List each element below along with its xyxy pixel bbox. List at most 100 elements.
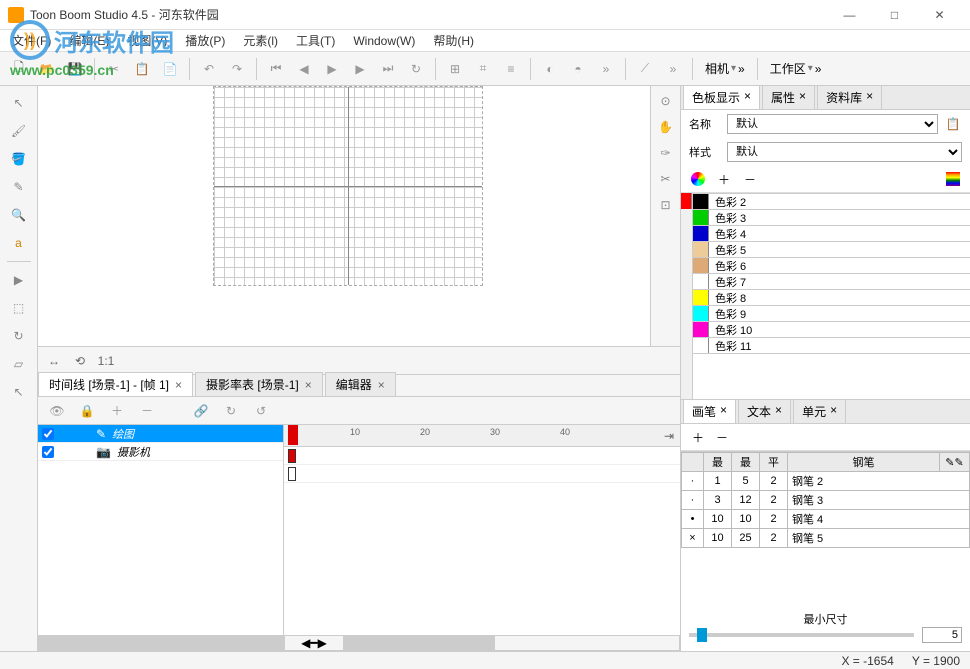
minimize-button[interactable]: — [827, 0, 872, 30]
add-icon[interactable]: ＋ [104, 398, 130, 424]
menu-play[interactable]: 播放(P) [177, 30, 233, 51]
close-icon[interactable]: × [744, 89, 751, 106]
color-row[interactable]: 色彩 3 [693, 210, 970, 226]
color-swatch[interactable] [693, 338, 709, 353]
rotate-tool-icon[interactable]: ↻ [6, 323, 32, 349]
pointer-tool-icon[interactable]: ↖ [6, 379, 32, 405]
pen-row[interactable]: •10102钢笔 4 [682, 510, 970, 529]
light-table-icon[interactable]: ◓ [565, 56, 591, 82]
view-tool-icon[interactable]: ⊙ [655, 90, 677, 112]
color-row[interactable]: 色彩 9 [693, 306, 970, 322]
workspace-dropdown[interactable]: 工作区 ▾ » [764, 58, 828, 79]
close-icon[interactable]: × [866, 89, 873, 106]
tab-library[interactable]: 资料库× [817, 86, 882, 109]
keyframe[interactable] [288, 449, 296, 463]
drawing-canvas[interactable] [38, 86, 650, 346]
tab-timeline[interactable]: 时间线 [场景-1] - [帧 1] × [38, 372, 193, 396]
remove-color-icon[interactable]: － [741, 170, 759, 188]
hand-tool-icon[interactable]: ✋ [655, 116, 677, 138]
close-icon[interactable]: × [720, 403, 727, 420]
marquee-tool-icon[interactable]: ⬚ [6, 295, 32, 321]
cycle2-icon[interactable]: ↺ [248, 398, 274, 424]
layer-visible-checkbox[interactable] [42, 446, 54, 458]
paint-bucket-icon[interactable]: 🪣 [6, 146, 32, 172]
skew-tool-icon[interactable]: ▱ [6, 351, 32, 377]
overflow-icon[interactable]: » [593, 56, 619, 82]
tab-editor[interactable]: 编辑器 × [325, 372, 396, 396]
color-swatch[interactable] [693, 258, 709, 273]
tab-palette[interactable]: 色板显示× [683, 86, 760, 109]
slider-thumb[interactable] [697, 628, 707, 642]
palette-style-select[interactable]: 默认 [727, 142, 962, 162]
brush-tool-icon[interactable]: 🖌 [6, 118, 32, 144]
goto-start-icon[interactable]: ⏮ [263, 56, 289, 82]
layer-scrollbar[interactable] [38, 635, 284, 651]
timeline-ruler[interactable]: 10 20 30 40 ⇥ [284, 425, 680, 447]
color-row[interactable]: 色彩 6 [693, 258, 970, 274]
menu-element[interactable]: 元素(l) [235, 30, 286, 51]
zoom-actual-icon[interactable]: 1:1 [96, 351, 116, 371]
align-icon[interactable]: ≡ [498, 56, 524, 82]
zoom-fit-icon[interactable]: ↔ [44, 351, 64, 371]
save-icon[interactable]: 💾 [62, 56, 88, 82]
goto-end-icon[interactable]: ⏭ [375, 56, 401, 82]
color-swatch[interactable] [693, 306, 709, 321]
playhead[interactable] [288, 425, 298, 445]
eye-icon[interactable]: 👁 [44, 398, 70, 424]
undo-icon[interactable]: ↶ [196, 56, 222, 82]
menu-window[interactable]: Window(W) [345, 32, 423, 50]
close-icon[interactable]: × [305, 378, 312, 392]
color-row[interactable]: 色彩 10 [693, 322, 970, 338]
link-icon[interactable]: 🔗 [188, 398, 214, 424]
stamp-icon[interactable]: ⊡ [655, 194, 677, 216]
color-swatch[interactable] [693, 274, 709, 289]
remove-icon[interactable]: － [134, 398, 160, 424]
cycle-icon[interactable]: ↻ [218, 398, 244, 424]
default-color-swatch[interactable] [681, 193, 692, 209]
layer-row[interactable]: 📷 摄影机 [38, 443, 283, 461]
play-icon[interactable]: ▶ [319, 56, 345, 82]
close-icon[interactable]: × [799, 89, 806, 106]
color-row[interactable]: 色彩 11 [693, 338, 970, 354]
min-size-slider[interactable] [689, 633, 914, 637]
tab-pen[interactable]: 画笔× [683, 399, 736, 423]
zoom-slider[interactable]: ◀━▶ [284, 635, 344, 651]
color-swatch[interactable] [693, 322, 709, 337]
end-handle-icon[interactable]: ⇥ [664, 429, 674, 443]
maximize-button[interactable]: □ [872, 0, 917, 30]
arrow-tool-icon[interactable]: ↖ [6, 90, 32, 116]
remove-pen-icon[interactable]: － [713, 428, 731, 446]
color-row[interactable]: 色彩 5 [693, 242, 970, 258]
track-scrollbar[interactable] [344, 635, 680, 651]
close-icon[interactable]: × [775, 403, 782, 420]
palette-name-select[interactable]: 默认 [727, 114, 938, 134]
timeline-tracks[interactable]: 10 20 30 40 ⇥ [284, 425, 680, 635]
pen-row[interactable]: ×10252钢笔 5 [682, 529, 970, 548]
grid-snap-icon[interactable]: ⊞ [442, 56, 468, 82]
track-row[interactable] [284, 465, 680, 483]
close-icon[interactable]: × [175, 378, 182, 392]
rainbow-icon[interactable] [944, 170, 962, 188]
color-row[interactable]: 色彩 2 [693, 194, 970, 210]
tab-text[interactable]: 文本× [738, 399, 791, 423]
color-swatch[interactable] [693, 210, 709, 225]
scissors-icon[interactable]: ✂ [655, 168, 677, 190]
lock-icon[interactable]: 🔒 [74, 398, 100, 424]
color-swatch[interactable] [693, 290, 709, 305]
pencil-tool-icon[interactable]: ✎ [6, 174, 32, 200]
menu-view[interactable]: 视图(V) [119, 30, 175, 51]
tab-properties[interactable]: 属性× [762, 86, 815, 109]
color-swatch[interactable] [693, 194, 709, 209]
close-button[interactable]: ✕ [917, 0, 962, 30]
add-color-icon[interactable]: ＋ [715, 170, 733, 188]
prev-frame-icon[interactable]: ◀ [291, 56, 317, 82]
close-icon[interactable]: × [830, 403, 837, 420]
close-icon[interactable]: × [378, 378, 385, 392]
pen-edit-header-icon[interactable]: ✎✎ [940, 453, 970, 472]
pen-row[interactable]: ·3122钢笔 3 [682, 491, 970, 510]
text-tool-icon[interactable]: a [6, 230, 32, 256]
eyedropper-icon[interactable]: ✑ [655, 142, 677, 164]
color-row[interactable]: 色彩 8 [693, 290, 970, 306]
add-pen-icon[interactable]: ＋ [689, 428, 707, 446]
edit-icon[interactable]: 📋 [944, 115, 962, 133]
